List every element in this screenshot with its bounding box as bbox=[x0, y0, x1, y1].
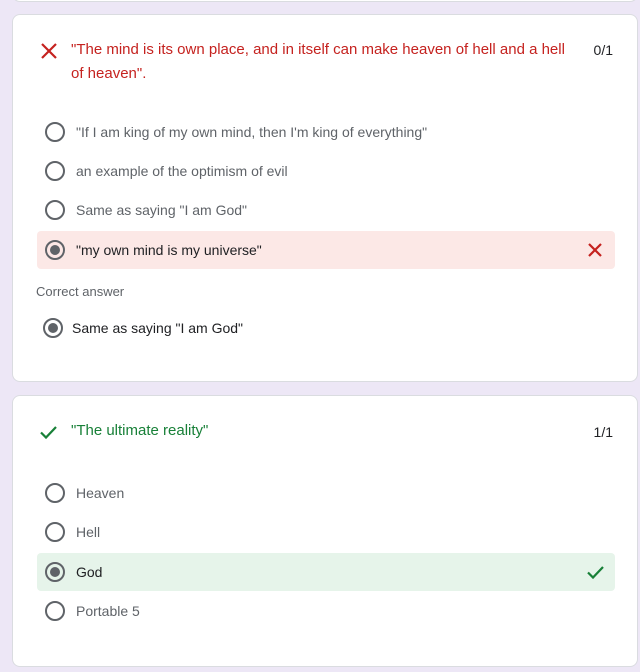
radio-button[interactable] bbox=[45, 161, 65, 181]
question-title-line-1: "The mind is its own place, and in itsel… bbox=[71, 41, 565, 58]
cross-icon bbox=[588, 243, 602, 257]
option-4[interactable]: Portable 5 bbox=[37, 592, 615, 630]
check-icon bbox=[40, 426, 57, 440]
option-label: "my own mind is my universe" bbox=[76, 242, 262, 258]
question-title-line-2: of heaven". bbox=[71, 65, 147, 82]
question-card-2: "The ultimate reality" 1/1 Heaven Hell G… bbox=[12, 395, 638, 667]
radio-button[interactable] bbox=[45, 601, 65, 621]
radio-button[interactable] bbox=[45, 483, 65, 503]
option-label: "If I am king of my own mind, then I'm k… bbox=[76, 124, 428, 140]
question-title: "The mind is its own place, and in itsel… bbox=[71, 38, 591, 86]
question-score: 1/1 bbox=[593, 424, 613, 440]
option-label: God bbox=[76, 564, 103, 580]
question-card-1: "The mind is its own place, and in itsel… bbox=[12, 14, 638, 382]
correct-answer-heading: Correct answer bbox=[36, 284, 125, 299]
correct-answer-option: Same as saying "I am God" bbox=[35, 309, 613, 347]
option-label: Hell bbox=[76, 524, 101, 540]
radio-button-selected bbox=[43, 318, 63, 338]
option-1[interactable]: Heaven bbox=[37, 474, 615, 512]
option-2[interactable]: Hell bbox=[37, 513, 615, 551]
correct-answer-label: Same as saying "I am God" bbox=[72, 320, 244, 336]
option-3-selected-right[interactable]: God bbox=[37, 553, 615, 591]
option-label: Portable 5 bbox=[76, 603, 140, 619]
option-4-selected-wrong[interactable]: "my own mind is my universe" bbox=[37, 231, 615, 269]
radio-button[interactable] bbox=[45, 522, 65, 542]
option-label: Heaven bbox=[76, 485, 125, 501]
radio-button[interactable] bbox=[45, 122, 65, 142]
question-title: "The ultimate reality" bbox=[71, 422, 209, 439]
option-3[interactable]: Same as saying "I am God" bbox=[37, 191, 615, 229]
option-2[interactable]: an example of the optimism of evil bbox=[37, 152, 615, 190]
radio-button[interactable] bbox=[45, 200, 65, 220]
check-icon bbox=[587, 566, 604, 580]
option-1[interactable]: "If I am king of my own mind, then I'm k… bbox=[37, 113, 615, 151]
previous-card-edge bbox=[12, 0, 638, 2]
option-label: Same as saying "I am God" bbox=[76, 202, 248, 218]
option-label: an example of the optimism of evil bbox=[76, 163, 288, 179]
cross-icon bbox=[41, 43, 57, 59]
radio-button-selected[interactable] bbox=[45, 240, 65, 260]
question-score: 0/1 bbox=[593, 42, 613, 58]
radio-button-selected[interactable] bbox=[45, 562, 65, 582]
